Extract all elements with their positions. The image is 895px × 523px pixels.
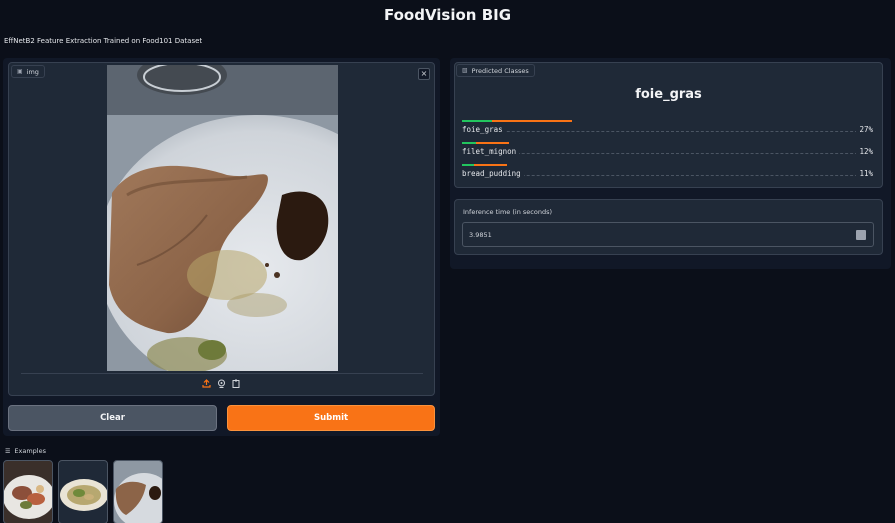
examples-label: ☰ Examples [5,447,46,455]
inference-time-label: Inference time (in seconds) [463,208,552,216]
confidence-bar-highlight [462,120,492,122]
uploaded-food-image [107,65,338,371]
image-toolbar-divider [21,373,423,374]
class-name: filet_mignon [462,147,520,156]
image-input-label-text: img [26,67,39,76]
copy-icon[interactable] [856,230,866,240]
example-thumbnail[interactable] [113,460,163,523]
class-percent: 27% [856,125,873,134]
app-description: EffNetB2 Feature Extraction Trained on F… [4,37,203,45]
image-toolbar [201,378,241,388]
examples-label-text: Examples [14,447,46,455]
webcam-icon[interactable] [216,378,226,388]
example-thumbnail[interactable] [58,460,108,523]
predicted-classes-label-text: Predicted Classes [471,66,529,75]
class-row-0: foie_gras 27% [462,120,873,136]
clipboard-icon[interactable] [231,378,241,388]
class-percent: 11% [856,169,873,178]
list-icon: ☰ [5,447,11,455]
image-icon: ▣ [17,68,23,75]
class-percent: 12% [856,147,873,156]
row-dots [462,131,873,132]
bar-chart-icon: ▧ [462,67,468,74]
input-panel: ▣ img × Clear Submit [3,58,440,436]
predicted-classes: ▧ Predicted Classes foie_gras foie_gras … [454,62,883,188]
example-thumbnail[interactable] [3,460,53,523]
submit-button[interactable]: Submit [227,405,435,431]
row-dots [462,153,873,154]
upload-icon[interactable] [201,378,211,388]
app-title: FoodVision BIG [383,6,512,24]
image-input[interactable]: ▣ img × [8,62,435,396]
inference-time-field[interactable]: 3.9851 [462,222,874,247]
image-input-label: ▣ img [11,65,45,78]
class-row-1: filet_mignon 12% [462,142,873,158]
top-prediction: foie_gras [635,87,702,102]
inference-time-block: Inference time (in seconds) 3.9851 [454,199,883,255]
class-row-2: bread_pudding 11% [462,164,873,180]
inference-time-value: 3.9851 [469,230,492,239]
confidence-bar-highlight [462,164,474,166]
clear-button[interactable]: Clear [8,405,217,431]
close-icon[interactable]: × [418,68,430,80]
class-name: foie_gras [462,125,506,134]
predicted-classes-label: ▧ Predicted Classes [456,64,535,77]
class-name: bread_pudding [462,169,524,178]
output-panel: ▧ Predicted Classes foie_gras foie_gras … [450,58,891,269]
confidence-bar-highlight [462,142,476,144]
